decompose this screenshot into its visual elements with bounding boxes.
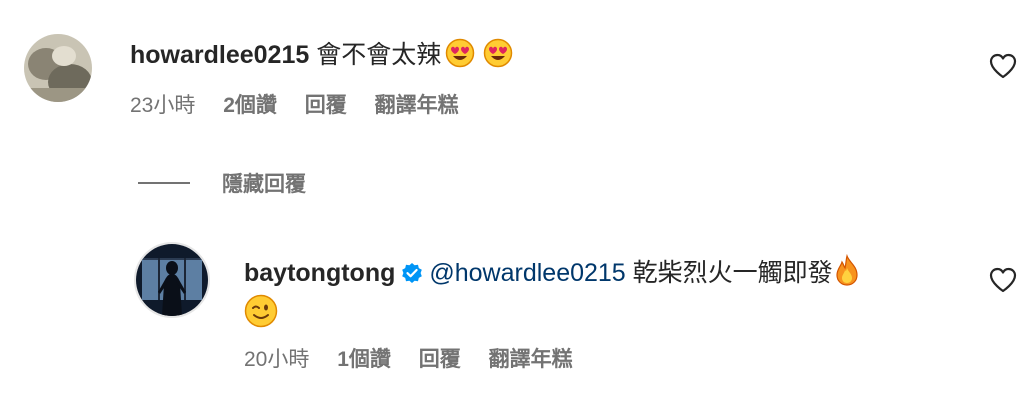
reply-button[interactable]: 回覆 — [305, 94, 347, 117]
translate-button[interactable]: 翻譯年糕 — [375, 94, 459, 117]
avatar[interactable] — [24, 34, 92, 102]
hide-replies-label: 隱藏回覆 — [222, 173, 306, 196]
divider — [138, 182, 190, 184]
reply-meta: 20小時 1個讚 回覆 翻譯年糕 — [244, 346, 595, 374]
mention-link[interactable]: @howardlee0215 — [429, 259, 625, 287]
reply-button[interactable]: 回覆 — [419, 348, 461, 371]
avatar-photo — [136, 244, 208, 316]
like-count[interactable]: 2個讚 — [223, 94, 277, 117]
comment-username[interactable]: howardlee0215 — [130, 41, 309, 69]
like-heart-icon[interactable] — [988, 266, 1018, 294]
fire-emoji — [833, 253, 861, 294]
comment-meta: 23小時 2個讚 回覆 翻譯年糕 — [130, 92, 481, 120]
like-count[interactable]: 1個讚 — [337, 348, 391, 371]
reply-time: 20小時 — [244, 348, 310, 371]
reply-comment: baytongtong @howardlee0215 乾柴烈火一觸即發 20小時 — [0, 230, 1024, 405]
winking-face-emoji — [244, 294, 278, 336]
comment: howardlee0215 會不會太辣 23小時 2個讚 回覆 翻譯年糕 — [0, 0, 1024, 140]
avatar-photo — [24, 34, 92, 102]
like-heart-icon[interactable] — [988, 52, 1018, 80]
verified-badge-icon — [401, 260, 423, 292]
translate-button[interactable]: 翻譯年糕 — [489, 348, 573, 371]
hide-replies-toggle[interactable]: 隱藏回覆 — [138, 168, 306, 198]
heart-eyes-emoji — [445, 38, 475, 76]
heart-eyes-emoji — [483, 38, 513, 76]
avatar[interactable] — [134, 242, 210, 318]
reply-username[interactable]: baytongtong — [244, 259, 395, 287]
comment-text: 會不會太辣 — [316, 41, 442, 69]
comment-time: 23小時 — [130, 94, 196, 117]
reply-text: 乾柴烈火一觸即發 — [632, 259, 833, 287]
